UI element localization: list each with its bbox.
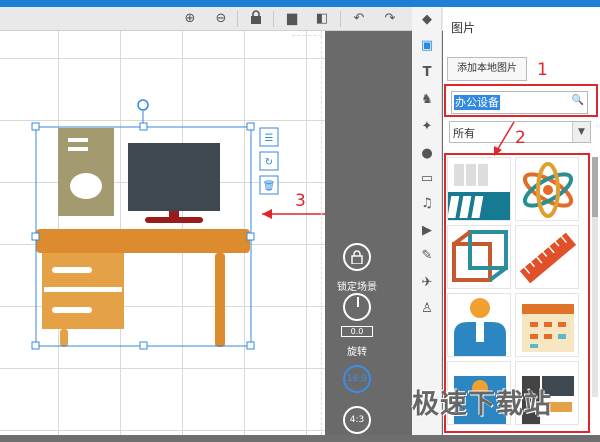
rotate-value-field[interactable]: 0.0 — [341, 326, 373, 337]
airplane-icon[interactable]: ✈ — [418, 274, 436, 292]
scrollbar-thumb[interactable] — [592, 157, 598, 217]
lock-scene-label: 锁定场景 — [337, 282, 377, 293]
desk-illustration[interactable]: ☰ ↻ 🗑 — [0, 31, 325, 435]
character-icon[interactable]: ♞ — [418, 91, 436, 109]
svg-text:↻: ↻ — [265, 157, 273, 168]
design-canvas[interactable]: ☰ ↻ 🗑 3 — [0, 31, 325, 435]
image-icon[interactable]: ▣ — [418, 37, 436, 55]
category-selected: 所有 — [453, 127, 475, 140]
title-bar-strip — [0, 0, 600, 7]
annotation-arrow-2 — [494, 121, 515, 156]
rotate-label: 旋转 — [347, 347, 367, 358]
rotate-dial[interactable] — [343, 293, 371, 321]
scrollbar[interactable] — [592, 157, 598, 397]
toolbar-divider — [237, 11, 238, 27]
annotation-number-1: 1 — [537, 60, 548, 80]
ratio-4-3-button[interactable]: 4:3 — [343, 406, 371, 434]
inbox-icon[interactable]: ▭ — [418, 170, 436, 188]
undo-icon[interactable]: ↶ — [350, 10, 368, 28]
redo-icon[interactable]: ↷ — [381, 10, 399, 28]
text-icon[interactable]: T — [418, 64, 436, 82]
speech-bubble-icon[interactable]: ● — [418, 145, 436, 163]
add-local-image-button[interactable]: 添加本地图片 — [447, 57, 527, 81]
copy-icon[interactable]: ▆ — [283, 10, 301, 28]
toolbar-divider — [340, 11, 341, 27]
toolbar-divider — [273, 11, 274, 27]
lock-icon[interactable] — [247, 10, 265, 28]
annotation-box-1 — [444, 84, 598, 117]
paste-icon[interactable]: ◧ — [313, 10, 331, 28]
top-toolbar: ⊕ ⊖ ▆ ◧ ↶ ↷ — [0, 7, 443, 31]
magic-wand-icon[interactable]: ✦ — [418, 118, 436, 136]
desk-top — [36, 229, 250, 253]
video-icon[interactable]: ▶ — [418, 222, 436, 240]
chevron-down-icon[interactable]: ▼ — [572, 122, 590, 142]
zoom-out-icon[interactable]: ⊖ — [212, 10, 230, 28]
watermark: 极速下载站 — [412, 389, 552, 420]
annotation-number-3: 3 — [295, 191, 306, 211]
lock-icon — [351, 250, 363, 265]
ratio-16-9-button[interactable]: 16:9 — [343, 365, 371, 393]
svg-text:☰: ☰ — [265, 133, 274, 144]
people-icon[interactable]: ♙ — [418, 300, 436, 318]
svg-text:🗑: 🗑 — [263, 180, 276, 192]
element-type-bar: ◆ ▣ T ♞ ✦ ● ▭ ♫ ▶ ✎ ✈ ♙ — [412, 7, 442, 435]
page-boundary-dashed — [321, 31, 322, 435]
lock-scene-button[interactable] — [343, 243, 371, 271]
shape-icon[interactable]: ◆ — [418, 11, 436, 29]
music-icon[interactable]: ♫ — [418, 195, 436, 213]
link-icon[interactable]: ✎ — [418, 247, 436, 265]
page-boundary-dashed — [292, 35, 322, 36]
zoom-in-icon[interactable]: ⊕ — [181, 10, 199, 28]
panel-title: 图片 — [451, 21, 476, 35]
monitor — [128, 143, 220, 211]
